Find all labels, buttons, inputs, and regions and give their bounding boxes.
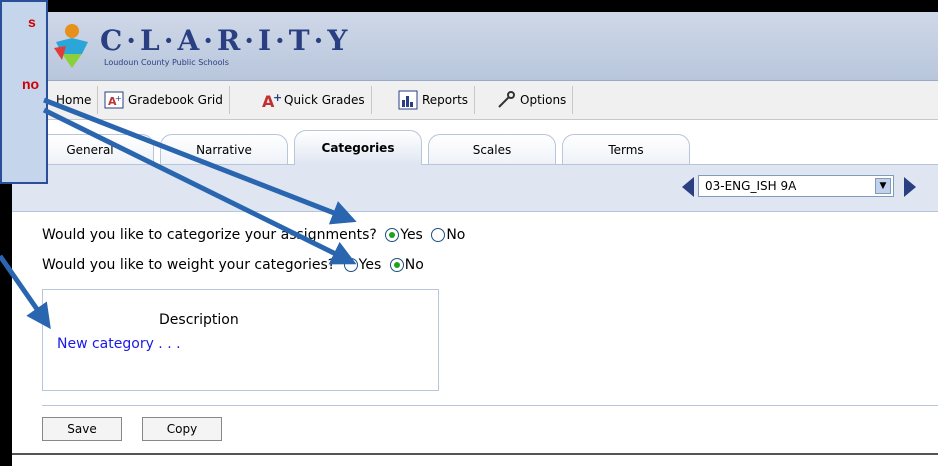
categorize-yes-radio[interactable] xyxy=(385,228,400,242)
weight-yes-radio[interactable] xyxy=(343,258,358,272)
tab-scales-label: Scales xyxy=(472,143,512,157)
settings-tabs: General Narrative Categories Scales Term… xyxy=(12,130,938,165)
divider xyxy=(42,405,938,406)
reports-icon xyxy=(398,90,418,110)
categorize-no-radio[interactable] xyxy=(431,228,446,242)
tab-categories-label: Categories xyxy=(321,141,395,155)
weight-question-row: Would you like to weight your categories… xyxy=(42,257,424,273)
tab-general-label: General xyxy=(66,143,114,157)
next-class-arrow-icon[interactable] xyxy=(904,177,916,197)
gradebook-grid-button[interactable]: A + Gradebook Grid xyxy=(100,86,230,114)
tab-terms-label: Terms xyxy=(608,143,644,157)
tab-categories[interactable]: Categories xyxy=(294,130,422,165)
brand-subtitle: Loudoun County Public Schools xyxy=(104,58,229,67)
tab-narrative-label: Narrative xyxy=(196,143,252,157)
reports-label: Reports xyxy=(422,93,469,107)
reports-button[interactable]: Reports xyxy=(394,86,476,114)
quick-grades-label: Quick Grades xyxy=(284,93,365,107)
tab-terms[interactable]: Terms xyxy=(562,134,690,164)
annotation-callout: s no xyxy=(0,0,48,184)
copy-button[interactable]: Copy xyxy=(142,417,222,441)
clarity-logo-icon xyxy=(52,22,94,68)
weight-no-radio[interactable] xyxy=(389,258,404,272)
class-select[interactable]: 03-ENG_ISH 9A ▼ xyxy=(698,175,894,197)
categorize-question-text: Would you like to categorize your assign… xyxy=(42,227,377,243)
description-column-header: Description xyxy=(159,312,239,328)
screenshot-frame: C·L·A·R·I·T·Y Loudoun County Public Scho… xyxy=(0,0,938,466)
window-top-border xyxy=(0,0,938,12)
options-button[interactable]: Options xyxy=(492,86,574,114)
new-category-link[interactable]: New category . . . xyxy=(57,336,181,352)
svg-text:+: + xyxy=(273,91,282,104)
gradebook-grid-label: Gradebook Grid xyxy=(128,93,223,107)
weight-no-label: No xyxy=(404,257,424,273)
categorize-yes-label: Yes xyxy=(400,227,423,243)
home-label: Home xyxy=(56,93,92,107)
quick-grades-button[interactable]: A + Quick Grades xyxy=(256,86,372,114)
chevron-down-icon[interactable]: ▼ xyxy=(875,178,891,194)
callout-text-2: no xyxy=(22,76,40,92)
categorize-no-label: No xyxy=(446,227,466,243)
options-icon xyxy=(496,90,516,110)
quick-grades-icon: A + xyxy=(260,90,282,111)
previous-class-arrow-icon[interactable] xyxy=(682,177,694,197)
categories-table: Description New category . . . xyxy=(42,289,439,391)
svg-text:+: + xyxy=(115,94,122,103)
weight-yes-label: Yes xyxy=(358,257,382,273)
gradebook-grid-icon: A + xyxy=(104,90,124,110)
tab-narrative[interactable]: Narrative xyxy=(160,134,288,164)
app-window: C·L·A·R·I·T·Y Loudoun County Public Scho… xyxy=(12,12,938,455)
brand-title: C·L·A·R·I·T·Y xyxy=(100,24,352,57)
weight-question-text: Would you like to weight your categories… xyxy=(42,257,336,273)
tab-scales[interactable]: Scales xyxy=(428,134,556,164)
callout-text-1: s xyxy=(28,14,36,30)
header-banner: C·L·A·R·I·T·Y Loudoun County Public Scho… xyxy=(12,12,938,81)
save-button[interactable]: Save xyxy=(42,417,122,441)
main-toolbar: Home A + Gradebook Grid A + Quick Grades R… xyxy=(12,81,938,120)
class-selector-bar: 03-ENG_ISH 9A ▼ xyxy=(12,165,938,212)
home-button[interactable]: Home xyxy=(52,86,99,114)
class-select-value: 03-ENG_ISH 9A xyxy=(705,179,797,193)
options-label: Options xyxy=(520,93,567,107)
categorize-question-row: Would you like to categorize your assign… xyxy=(42,227,465,243)
